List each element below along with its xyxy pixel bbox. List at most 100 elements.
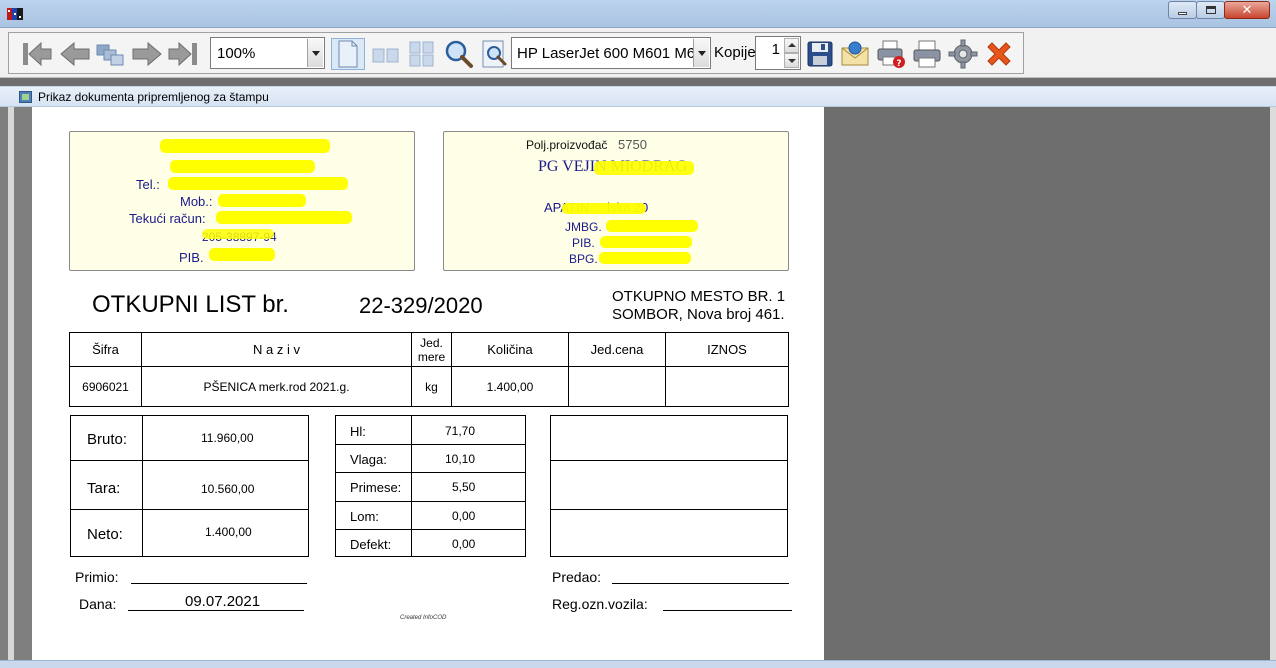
printer-select[interactable]: HP LaserJet 600 M601 M602 xyxy=(511,37,711,69)
preview-title-bar: Prikaz dokumenta pripremljenog za štampu xyxy=(0,86,1276,107)
bottom-frame xyxy=(0,660,1276,668)
minimize-icon xyxy=(1169,2,1196,18)
redaction-mark xyxy=(600,236,692,248)
four-pages-icon xyxy=(409,41,434,67)
print-help-button[interactable]: ? xyxy=(875,38,907,70)
printer-dropdown-button[interactable] xyxy=(693,39,709,67)
kopije-stepper[interactable]: 1 xyxy=(755,36,801,70)
dana-label: Dana: xyxy=(79,596,117,612)
right-frame xyxy=(1270,107,1276,668)
redaction-mark xyxy=(202,229,274,239)
buyer-tel-label: Tel.: xyxy=(136,177,160,192)
next-page-button[interactable] xyxy=(131,38,163,70)
buyer-pib-label: PIB. xyxy=(179,250,204,265)
neto-label: Neto: xyxy=(87,526,123,543)
primio-line xyxy=(131,583,307,584)
seller-pib-label: PIB. xyxy=(572,236,595,250)
multi-page-button[interactable] xyxy=(95,38,127,70)
settings-button[interactable] xyxy=(947,38,979,70)
left-strip xyxy=(0,107,32,668)
purchase-place-line1: OTKUPNO MESTO BR. 1 xyxy=(612,288,786,305)
kopije-label: Kopije xyxy=(714,44,756,61)
close-preview-button[interactable] xyxy=(983,38,1015,70)
reg-label: Reg.ozn.vozila: xyxy=(552,596,648,612)
redaction-mark xyxy=(606,220,698,232)
weights-box: Bruto: 11.960,00 Tara: 10.560,00 Neto: 1… xyxy=(70,415,309,557)
quality-box: Hl: 71,70 Vlaga: 10,10 Primese: 5,50 Lom… xyxy=(335,415,526,557)
producer-number: 5750 xyxy=(618,137,647,152)
header-sifra: Šifra xyxy=(69,332,142,367)
one-page-button[interactable] xyxy=(331,38,365,70)
toolbar-frame: 100% HP LaserJet 600 M601 M602 Kopije 1 xyxy=(8,32,1024,74)
header-jed-line1: Jed. xyxy=(420,335,443,350)
kopije-up-button[interactable] xyxy=(784,38,799,53)
vlaga-value: 10,10 xyxy=(445,452,476,466)
last-page-button[interactable] xyxy=(167,38,199,70)
maximize-button[interactable] xyxy=(1196,1,1225,19)
tara-value: 10.560,00 xyxy=(201,482,255,496)
vlaga-label: Vlaga: xyxy=(350,452,387,467)
zoom-page-button[interactable] xyxy=(479,38,511,70)
prev-page-button[interactable] xyxy=(59,38,91,70)
defekt-label: Defekt: xyxy=(350,537,392,552)
first-page-button[interactable] xyxy=(21,38,53,70)
bruto-label: Bruto: xyxy=(87,431,128,448)
preview-title: Prikaz dokumenta pripremljenog za štampu xyxy=(38,90,269,104)
primese-label: Primese: xyxy=(350,480,402,495)
email-icon xyxy=(841,41,869,66)
print-icon xyxy=(913,40,941,68)
cell-kolicina: 1.400,00 xyxy=(451,366,569,407)
multi-page-icon xyxy=(96,44,124,66)
two-pages-button[interactable] xyxy=(371,38,401,70)
zoom-button[interactable] xyxy=(443,38,475,70)
print-button[interactable] xyxy=(911,38,943,70)
prev-page-icon xyxy=(60,41,90,67)
dana-value: 09.07.2021 xyxy=(185,593,261,610)
header-cena: Jed.cena xyxy=(568,332,666,367)
redaction-mark xyxy=(170,160,315,173)
document-page: Tel.: Mob.: Tekući račun: 205-38897-94 P… xyxy=(32,107,824,660)
dana-line xyxy=(128,610,304,611)
first-page-icon xyxy=(23,41,52,67)
created-by: Created InfoCOD xyxy=(400,615,447,621)
seller-box: Polj.proizvođač 5750 PG VEJIN MIODRAG AP… xyxy=(443,131,789,271)
one-page-icon xyxy=(338,40,358,68)
seller-jmbg-label: JMBG. xyxy=(565,220,602,234)
empty-box xyxy=(550,415,788,557)
redaction-mark xyxy=(218,194,306,207)
defekt-value: 0,00 xyxy=(452,537,476,551)
header-naziv: N a z i v xyxy=(141,332,412,367)
minimize-button[interactable] xyxy=(1168,1,1197,19)
gear-icon xyxy=(948,39,978,69)
purchase-place-line2: SOMBOR, Nova broj 461. xyxy=(612,306,785,323)
cell-jed: kg xyxy=(411,366,452,407)
zoom-dropdown-button[interactable] xyxy=(307,39,323,67)
cell-iznos xyxy=(665,366,789,407)
redaction-mark xyxy=(160,139,330,153)
window-close-button[interactable]: ✕ xyxy=(1224,1,1270,19)
predao-label: Predao: xyxy=(552,569,602,585)
email-button[interactable] xyxy=(839,38,871,70)
cell-cena xyxy=(568,366,666,407)
zoom-page-icon xyxy=(482,40,507,68)
title-bar: ✕ xyxy=(0,0,1276,28)
zoom-select[interactable]: 100% xyxy=(210,37,325,69)
hl-value: 71,70 xyxy=(445,424,476,438)
primio-label: Primio: xyxy=(75,569,119,585)
redaction-mark xyxy=(599,252,691,264)
hl-label: Hl: xyxy=(350,424,366,439)
lom-label: Lom: xyxy=(350,509,379,524)
kopije-down-button[interactable] xyxy=(784,53,799,68)
two-pages-icon xyxy=(372,48,399,63)
redaction-mark xyxy=(594,161,694,175)
save-button[interactable] xyxy=(805,38,835,70)
buyer-mob-label: Mob.: xyxy=(180,194,213,209)
header-jed: Jed. mere xyxy=(411,332,452,367)
document-preview-icon xyxy=(19,91,32,103)
four-pages-button[interactable] xyxy=(407,38,437,70)
printer-value: HP LaserJet 600 M601 M602 xyxy=(517,45,693,62)
header-jed-line2: mere xyxy=(417,349,446,364)
zoom-icon xyxy=(445,40,473,68)
next-page-icon xyxy=(132,41,162,67)
toolbar: 100% HP LaserJet 600 M601 M602 Kopije 1 xyxy=(0,28,1276,78)
